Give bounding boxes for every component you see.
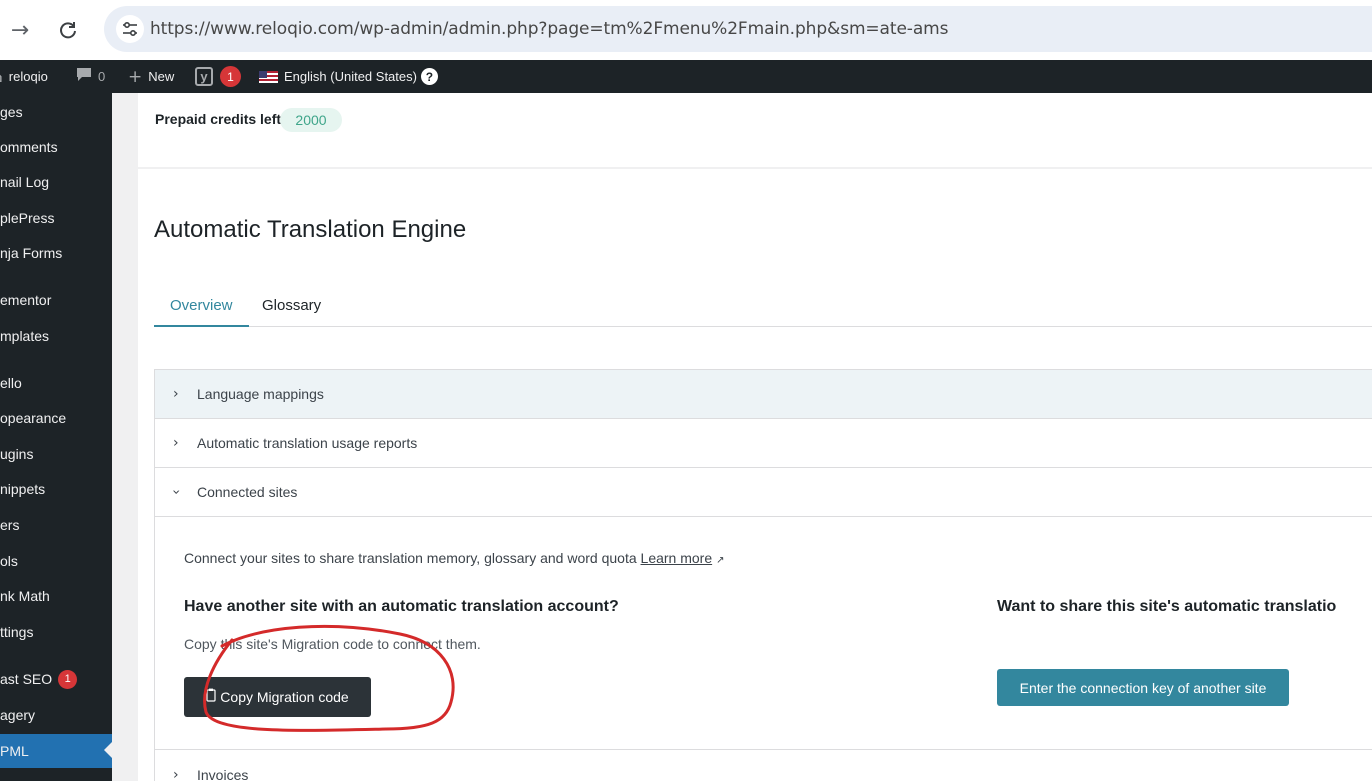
sidebar-item-plugins[interactable]: ugins bbox=[0, 438, 112, 470]
share-heading: Want to share this site's automatic tran… bbox=[997, 598, 1337, 615]
sidebar-item-label: ers bbox=[0, 517, 20, 533]
sidebar-item-label: mplates bbox=[0, 328, 50, 344]
sidebar-item-users[interactable]: ers bbox=[0, 509, 112, 541]
wp-admin-bar: ⌂ reloqio 0 + New y 1 English (United St… bbox=[0, 60, 1372, 93]
sidebar-item-label: PML bbox=[0, 743, 29, 759]
sidebar-item-label: ges bbox=[0, 104, 23, 120]
connected-sites-panel: Connect your sites to share translation … bbox=[155, 517, 1372, 750]
sidebar-item-imagery[interactable]: agery bbox=[0, 699, 112, 731]
sidebar-item-label: plePress bbox=[0, 210, 55, 226]
sidebar-item-label: ementor bbox=[0, 292, 52, 308]
comments-count: 0 bbox=[98, 69, 106, 84]
migration-heading: Have another site with an automatic tran… bbox=[184, 598, 619, 615]
clipboard-icon bbox=[206, 688, 216, 706]
accordion-label: Connected sites bbox=[197, 484, 298, 500]
copy-button-label: Copy Migration code bbox=[220, 689, 349, 705]
yoast-menu[interactable]: y 1 bbox=[195, 60, 241, 93]
new-label: New bbox=[148, 69, 175, 84]
sidebar-item-wpml[interactable]: PML bbox=[0, 734, 112, 768]
reload-icon[interactable] bbox=[50, 12, 86, 48]
description-text: Connect your sites to share translation … bbox=[184, 550, 637, 566]
sidebar-item-label: opearance bbox=[0, 410, 67, 426]
tune-icon[interactable] bbox=[116, 15, 144, 43]
sidebar-item-label: nail Log bbox=[0, 174, 50, 190]
yoast-badge: 1 bbox=[220, 66, 241, 87]
sidebar-item-appearance[interactable]: opearance bbox=[0, 402, 112, 434]
sidebar-item-yoast-seo[interactable]: ast SEO 1 bbox=[0, 663, 112, 695]
enter-connection-key-button[interactable]: Enter the connection key of another site bbox=[997, 669, 1289, 706]
sidebar-item-rank-math[interactable]: nk Math bbox=[0, 580, 112, 612]
accordion-label: Invoices bbox=[197, 766, 249, 781]
sidebar-item-label: ello bbox=[0, 375, 22, 391]
tab-overview[interactable]: Overview bbox=[154, 293, 249, 327]
chevron-right-icon: › bbox=[173, 386, 179, 402]
chevron-right-icon: › bbox=[173, 766, 179, 781]
comments-link[interactable]: 0 bbox=[76, 60, 105, 93]
sidebar-item-label: ttings bbox=[0, 624, 34, 640]
address-bar[interactable]: https://www.reloqio.com/wp-admin/admin.p… bbox=[104, 6, 1372, 52]
browser-toolbar: → https://www.reloqio.com/wp-admin/admin… bbox=[0, 0, 1372, 60]
active-menu-arrow bbox=[104, 742, 112, 758]
sidebar-item-email-log[interactable]: nail Log bbox=[0, 166, 112, 198]
sidebar-item-label: nja Forms bbox=[0, 245, 63, 261]
screenshot-root: → https://www.reloqio.com/wp-admin/admin… bbox=[0, 0, 1372, 781]
credits-card: Prepaid credits left 2000 bbox=[138, 93, 1372, 167]
url-text[interactable]: https://www.reloqio.com/wp-admin/admin.p… bbox=[150, 19, 948, 39]
chevron-down-icon: › bbox=[167, 489, 184, 495]
site-name-link[interactable]: ⌂ reloqio bbox=[0, 60, 48, 93]
credits-label: Prepaid credits left bbox=[155, 111, 282, 127]
sidebar-item-elementor[interactable]: ementor bbox=[0, 284, 112, 316]
sidebar-item-label: nippets bbox=[0, 481, 46, 497]
sidebar-item-label: ugins bbox=[0, 446, 34, 462]
accordion-invoices[interactable]: › Invoices bbox=[155, 750, 1372, 781]
sidebar-item-label: agery bbox=[0, 707, 36, 723]
language-switcher[interactable]: English (United States) ? bbox=[259, 60, 438, 93]
home-icon: ⌂ bbox=[0, 67, 3, 87]
help-icon[interactable]: ? bbox=[420, 68, 438, 85]
yoast-icon: y bbox=[195, 67, 213, 86]
us-flag-icon bbox=[259, 70, 278, 83]
sidebar-item-snippets[interactable]: nippets bbox=[0, 473, 112, 505]
tab-bar: Overview Glossary bbox=[154, 293, 1372, 327]
sidebar-item-ninja-forms[interactable]: nja Forms bbox=[0, 237, 112, 269]
plus-icon: + bbox=[128, 66, 143, 87]
sidebar-item-tools[interactable]: ols bbox=[0, 545, 112, 577]
accordion-connected-sites[interactable]: › Connected sites bbox=[155, 468, 1372, 517]
sidebar-item-hello[interactable]: ello bbox=[0, 367, 112, 399]
language-label: English (United States) bbox=[284, 69, 417, 84]
sidebar-item-label: ast SEO bbox=[0, 671, 53, 687]
accordion-label: Automatic translation usage reports bbox=[197, 435, 418, 451]
sidebar-badge: 1 bbox=[58, 669, 78, 689]
translation-engine-card: Automatic Translation Engine Overview Gl… bbox=[138, 169, 1372, 781]
page-title: Automatic Translation Engine bbox=[154, 216, 467, 243]
sidebar-item-templates[interactable]: mplates bbox=[0, 320, 112, 352]
site-name: reloqio bbox=[8, 69, 48, 84]
sidebar-item-label: ols bbox=[0, 553, 18, 569]
sidebar-item-label: omments bbox=[0, 139, 58, 155]
connected-sites-description: Connect your sites to share translation … bbox=[184, 550, 725, 566]
arrow-forward-icon[interactable]: → bbox=[2, 12, 38, 48]
accordion-language-mappings[interactable]: › Language mappings bbox=[155, 370, 1372, 419]
sidebar-item-comments[interactable]: omments bbox=[0, 131, 112, 163]
tab-glossary[interactable]: Glossary bbox=[246, 293, 337, 327]
migration-subtext: Copy this site's Migration code to conne… bbox=[184, 636, 481, 652]
chevron-right-icon: › bbox=[173, 435, 179, 451]
sidebar-item-settings[interactable]: ttings bbox=[0, 616, 112, 648]
new-content-link[interactable]: + New bbox=[128, 60, 174, 93]
sidebar-item-pages[interactable]: ges bbox=[0, 96, 112, 128]
comment-icon bbox=[76, 67, 92, 87]
sidebar-item-simplepress[interactable]: plePress bbox=[0, 202, 112, 234]
accordion-label: Language mappings bbox=[197, 386, 324, 402]
learn-more-link[interactable]: Learn more bbox=[641, 550, 713, 566]
settings-accordion: › Language mappings › Automatic translat… bbox=[154, 369, 1372, 781]
accordion-usage-reports[interactable]: › Automatic translation usage reports bbox=[155, 419, 1372, 468]
copy-migration-code-button[interactable]: Copy Migration code bbox=[184, 677, 371, 717]
credits-value-badge: 2000 bbox=[280, 108, 342, 132]
external-link-icon: ↗ bbox=[716, 555, 725, 566]
admin-sidebar: ges omments nail Log plePress nja Forms … bbox=[0, 93, 112, 781]
sidebar-item-label: nk Math bbox=[0, 588, 50, 604]
